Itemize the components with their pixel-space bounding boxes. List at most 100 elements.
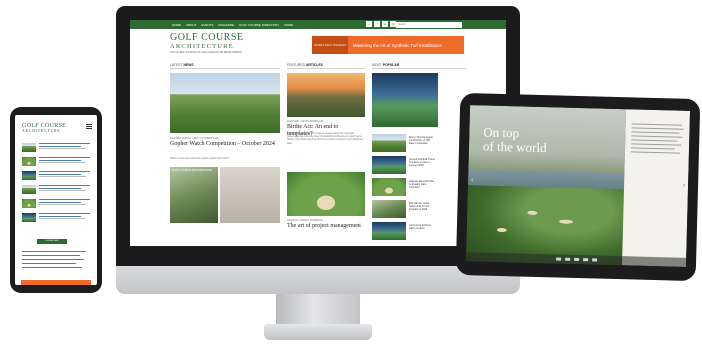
x-icon[interactable]: x (366, 21, 372, 27)
list-item[interactable] (22, 185, 90, 194)
link-line[interactable] (22, 259, 84, 261)
nav-item-directory[interactable]: GOLF COURSE DIRECTORY (239, 23, 279, 27)
tablet-device: On top of the world ‹ › (455, 92, 701, 282)
nav-item-more[interactable]: MORE (284, 23, 293, 27)
list-item[interactable]: Gilgeous Eleventh Hole renovation plans … (372, 178, 466, 198)
link-line (39, 143, 90, 145)
banner-ad[interactable]: SPORTS FIELD HOLDINGS Mastering the Art … (312, 36, 464, 54)
mobile-banner-ad[interactable] (21, 280, 91, 285)
bunker (559, 219, 574, 224)
list-item[interactable]: Ebony Thomas begins construction on Clif… (372, 134, 466, 154)
thumbnail (372, 222, 406, 240)
text-line (630, 151, 680, 154)
thumbnail (22, 213, 36, 222)
hamburger-menu-icon[interactable] (86, 124, 92, 129)
mobile-link-list (22, 251, 90, 275)
imac-stand-foot (264, 324, 372, 340)
list-item[interactable] (22, 171, 90, 180)
divider (287, 68, 365, 69)
logo-tagline: THE GLOBAL JOURNAL OF GOLF DESIGN AND DE… (170, 51, 242, 54)
link-line (39, 187, 81, 189)
text-line (631, 127, 684, 130)
list-item[interactable] (22, 199, 90, 208)
thumbnail (372, 156, 406, 174)
news-summary: Which course has hosted the gopher earli… (170, 157, 230, 160)
news-headline[interactable]: Gopher Watch Competition – October 2024 (170, 141, 280, 148)
featured-article-2-image[interactable] (287, 172, 365, 216)
site-logo[interactable]: GOLF COURSE ARCHITECTURE THE GLOBAL JOUR… (170, 32, 270, 55)
text-line (631, 139, 678, 142)
popular-item-text: Bob Van Der Velde News Links to host Inv… (409, 202, 430, 211)
list-item[interactable] (22, 143, 90, 152)
magazine-spread-photo: On top of the world (466, 105, 627, 266)
share-icon[interactable] (582, 258, 588, 262)
text-line (39, 162, 86, 163)
popular-item-text: Second historical Trump Turnberry to ope… (409, 158, 435, 167)
bunker (496, 227, 507, 233)
list-item[interactable]: Bob Van Der Velde News Links to host Inv… (372, 200, 466, 220)
featured-caption: FEATURE • KEVIN MARKHAM (287, 120, 324, 123)
nav-item-magazine[interactable]: MAGAZINE (218, 23, 234, 27)
news-hero-image[interactable] (170, 73, 280, 133)
phone-device: GOLF COURSE ARCHITECTURE DOWNLOAD (10, 107, 102, 293)
list-item[interactable] (22, 157, 90, 166)
text-line (39, 218, 86, 219)
list-item[interactable]: Second historical Trump Turnberry to ope… (372, 156, 466, 176)
nav-item-about[interactable]: ABOUT (186, 23, 196, 27)
next-page-icon[interactable]: › (683, 183, 685, 189)
popular-item-text: Gilgeous Eleventh Hole renovation plans … (409, 180, 434, 189)
list-item[interactable]: Golf course architect plans unveiled (372, 222, 466, 242)
nav-item-home[interactable]: HOME (172, 23, 181, 27)
link-line[interactable] (22, 263, 76, 265)
bunker (527, 210, 538, 215)
imac-stand-neck (276, 294, 360, 326)
logo-line-1: GOLF COURSE (170, 32, 244, 43)
most-popular-heading: MOST POPULAR (372, 63, 400, 67)
divider (372, 68, 466, 69)
thumbnail (22, 143, 36, 152)
link-line[interactable] (22, 267, 82, 269)
magazine-spread-image[interactable] (220, 167, 280, 223)
magazine-text-page (621, 109, 691, 267)
popular-list: Ebony Thomas begins construction on Clif… (372, 134, 466, 244)
text-line (39, 204, 86, 205)
link-line (39, 159, 81, 161)
popular-item-text: Golf course architect plans unveiled (409, 224, 431, 230)
link-line (39, 173, 81, 175)
thumbnail (372, 200, 406, 218)
mobile-website-screen: GOLF COURSE ARCHITECTURE DOWNLOAD (15, 115, 97, 285)
link-line (39, 201, 81, 203)
featured-article-image[interactable] (287, 73, 365, 117)
social-icons: x f in ◎ (366, 21, 396, 27)
title-line-2: of the world (482, 138, 547, 156)
mobile-site-logo[interactable]: GOLF COURSE ARCHITECTURE (22, 123, 66, 134)
text-line (631, 123, 682, 126)
list-item[interactable] (22, 213, 90, 222)
link-line (39, 145, 81, 147)
link-line[interactable] (22, 255, 80, 257)
download-icon[interactable] (591, 258, 597, 262)
thumbnails-icon[interactable] (555, 257, 561, 261)
magazine-cover-image[interactable]: GOLF COURSE ARCHITECTURE (170, 167, 218, 223)
search-input[interactable]: Search (396, 21, 462, 28)
ad-logo: SPORTS FIELD HOLDINGS (312, 36, 348, 54)
previous-page-icon[interactable]: ‹ (471, 177, 473, 183)
featured-summary: Legislation before the US Congress would… (287, 132, 364, 145)
link-line[interactable] (22, 251, 86, 253)
featured-2-headline[interactable]: The art of project management (287, 223, 365, 230)
link-line (39, 185, 90, 187)
nav-item-events[interactable]: EVENTS (201, 23, 213, 27)
text-line (631, 143, 682, 146)
popular-hero-image[interactable] (372, 73, 438, 127)
thumbnail (372, 178, 406, 196)
thumbnail (22, 157, 36, 166)
download-button[interactable]: DOWNLOAD (37, 239, 67, 244)
thumbnail (22, 185, 36, 194)
facebook-icon[interactable]: f (374, 21, 380, 27)
digital-magazine-screen: On top of the world ‹ › (466, 105, 691, 267)
featured-2-caption: OPINION • ADAM LAWRENCE (287, 219, 323, 222)
magazine-cover-title: GOLF COURSE ARCHITECTURE (172, 169, 212, 172)
zoom-icon[interactable] (564, 257, 570, 261)
page-icon[interactable] (573, 257, 579, 262)
linkedin-icon[interactable]: in (382, 21, 388, 27)
